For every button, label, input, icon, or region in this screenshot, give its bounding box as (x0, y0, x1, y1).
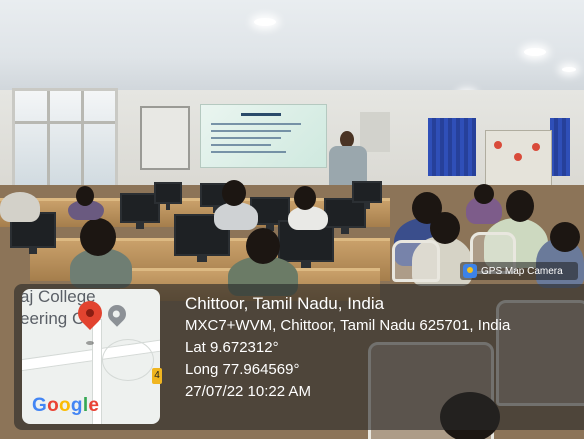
google-logo: Google (32, 395, 99, 417)
left-window (12, 88, 118, 194)
chair (392, 240, 440, 282)
map-thumbnail: aj College eering C Google (22, 289, 160, 424)
ceiling-light (562, 67, 576, 72)
map-marker-icon (104, 301, 130, 327)
location-info: Chittoor, Tamil Nadu, India MXC7+WVM, Ch… (185, 293, 510, 403)
student-head (222, 180, 246, 206)
ceiling (0, 0, 584, 97)
student-head (246, 228, 280, 264)
wall-panel (360, 112, 390, 152)
lab-equipment-board (485, 130, 552, 187)
student (288, 206, 328, 230)
window-blind (428, 118, 476, 176)
google-logo-letter: o (47, 395, 59, 416)
google-logo-letter: e (88, 395, 100, 416)
student-head (80, 218, 116, 256)
student-head (76, 186, 94, 206)
road-marker: 4 (152, 368, 162, 384)
map-place-label: eering C (22, 309, 85, 328)
google-logo-letter: G (32, 395, 48, 416)
projector-screen (200, 104, 327, 168)
latitude: Lat 9.672312° (185, 339, 279, 356)
google-logo-letter: g (70, 395, 83, 416)
longitude: Long 77.964569° (185, 361, 300, 378)
gps-map-camera-icon (463, 264, 477, 278)
computer-monitor (352, 181, 382, 209)
address: MXC7+WVM, Chittoor, Tamil Nadu 625701, I… (185, 317, 511, 334)
gps-map-camera-badge: GPS Map Camera (460, 262, 578, 280)
ceiling-light (524, 48, 546, 56)
student-head (474, 184, 494, 204)
map-road (102, 339, 154, 381)
student-head (506, 190, 534, 222)
student-head (294, 186, 316, 210)
window-blind (550, 118, 570, 176)
google-logo-letter: o (59, 395, 71, 416)
student-head (550, 222, 580, 252)
location-title: Chittoor, Tamil Nadu, India (185, 294, 385, 313)
student-head (430, 212, 460, 244)
computer-monitor (154, 182, 182, 210)
badge-label: GPS Map Camera (481, 265, 563, 277)
student (214, 202, 258, 230)
ceiling-light (254, 18, 276, 26)
student (0, 192, 40, 222)
wall-chart (140, 106, 190, 170)
datetime: 27/07/22 10:22 AM (185, 383, 311, 400)
